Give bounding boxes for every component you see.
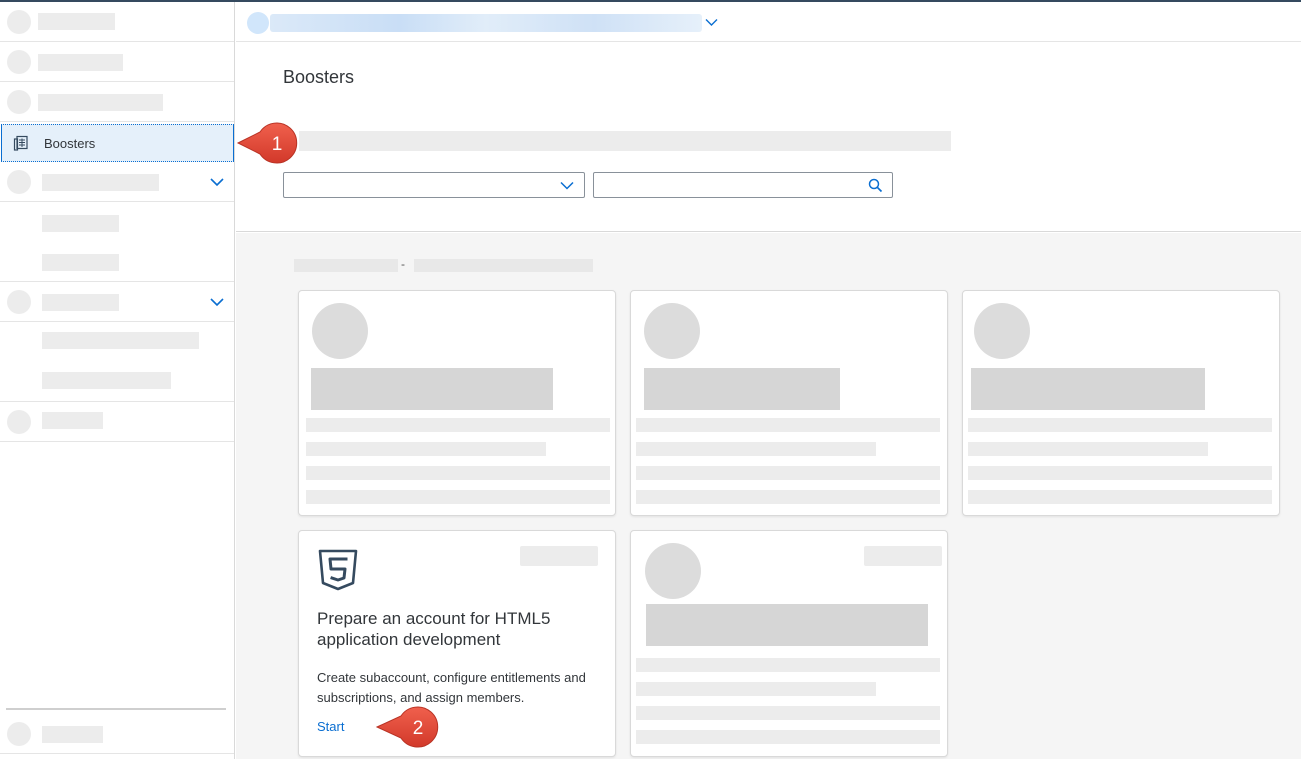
callout-number: 1 xyxy=(272,134,283,155)
chevron-down-icon[interactable] xyxy=(705,18,718,27)
chevron-down-icon[interactable] xyxy=(210,297,224,307)
callout-marker-1: 1 xyxy=(236,122,298,164)
search-icon[interactable] xyxy=(868,178,883,193)
search-field[interactable] xyxy=(593,172,893,198)
sidebar-item-label: Boosters xyxy=(44,136,96,151)
callout-number: 2 xyxy=(413,718,424,739)
booster-card-placeholder[interactable] xyxy=(630,290,948,516)
sidebar-item-boosters[interactable]: Boosters xyxy=(1,124,234,162)
sidebar-subitem-placeholder[interactable] xyxy=(0,204,234,240)
filter-select[interactable] xyxy=(283,172,585,198)
sidebar-group-placeholder[interactable] xyxy=(0,162,234,202)
sidebar: Boosters xyxy=(0,2,235,759)
booster-card-placeholder[interactable] xyxy=(962,290,1280,516)
breadcrumb-avatar-placeholder xyxy=(247,12,269,34)
result-count-placeholder xyxy=(294,259,398,272)
sidebar-group-placeholder[interactable] xyxy=(0,282,234,322)
html5-icon xyxy=(318,549,358,591)
sidebar-item-placeholder[interactable] xyxy=(0,2,234,42)
sidebar-item-placeholder[interactable] xyxy=(0,82,234,122)
chevron-down-icon[interactable] xyxy=(210,177,224,187)
page-header: Boosters xyxy=(236,43,1301,232)
start-link[interactable]: Start xyxy=(317,719,344,734)
chevron-down-icon xyxy=(560,181,574,190)
top-bar xyxy=(236,2,1301,42)
sidebar-item-placeholder[interactable] xyxy=(0,42,234,82)
result-separator: - xyxy=(401,257,405,271)
page-description-placeholder xyxy=(299,131,951,151)
sidebar-footer-item-placeholder[interactable] xyxy=(0,714,234,754)
booster-card-placeholder[interactable] xyxy=(630,530,948,757)
result-count-placeholder xyxy=(414,259,593,272)
sidebar-subitem-placeholder[interactable] xyxy=(0,362,234,402)
sidebar-divider xyxy=(6,708,226,710)
callout-marker-2: 2 xyxy=(375,706,439,748)
sidebar-item-placeholder[interactable] xyxy=(0,402,234,442)
booster-card-html5[interactable]: Prepare an account for HTML5 application… xyxy=(298,530,616,757)
boosters-icon xyxy=(13,135,28,151)
card-title: Prepare an account for HTML5 application… xyxy=(317,609,551,649)
card-badge-placeholder xyxy=(520,546,598,566)
booster-card-placeholder[interactable] xyxy=(298,290,616,516)
sidebar-subitem-placeholder[interactable] xyxy=(0,324,234,360)
boosters-content: - Prepare an account for HTML5 applicati… xyxy=(236,233,1301,759)
card-description: Create subaccount, configure entitlement… xyxy=(317,670,586,705)
breadcrumb[interactable] xyxy=(270,14,702,32)
search-input[interactable] xyxy=(598,176,860,194)
sidebar-subitem-placeholder[interactable] xyxy=(0,244,234,282)
page-title: Boosters xyxy=(283,67,355,87)
